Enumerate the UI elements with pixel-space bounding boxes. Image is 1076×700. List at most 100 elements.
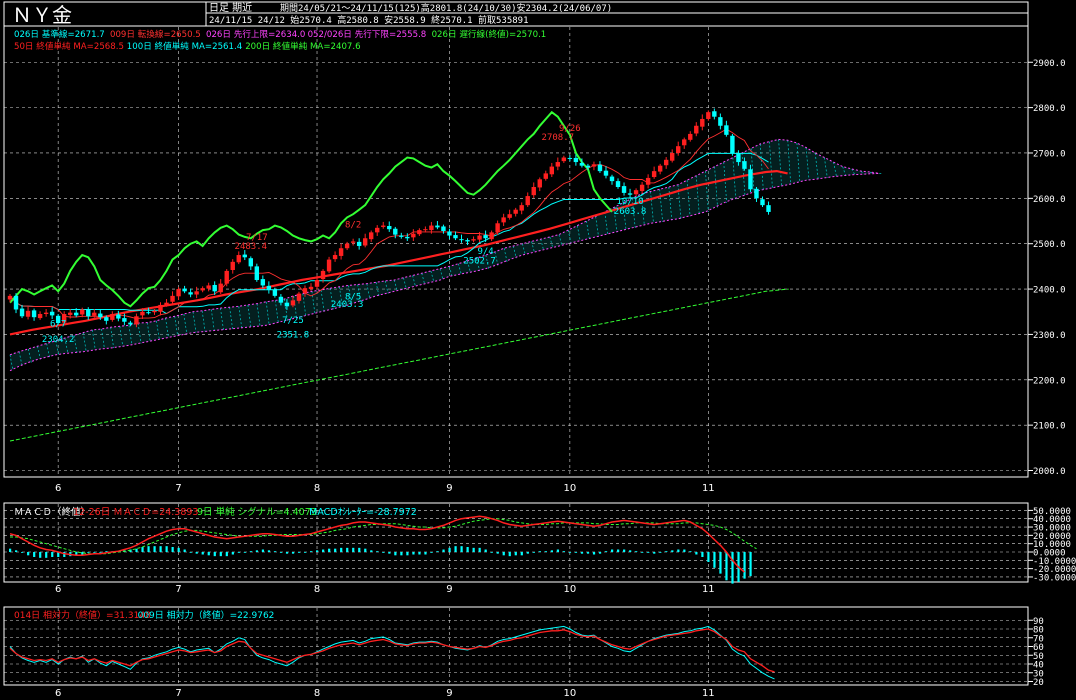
legend-item-rsi: 014日 相対力（終値）=31.3148	[14, 609, 151, 621]
macd-oscillator-bar	[611, 550, 613, 552]
chart-mode: 日足 期近	[209, 1, 252, 14]
candle-body	[74, 313, 78, 316]
macd-oscillator-bar	[220, 552, 222, 556]
macd-oscillator-bar	[719, 552, 721, 574]
macd-oscillator-bar	[202, 552, 204, 554]
main-x-label: 10	[563, 483, 576, 494]
macd-oscillator-bar	[388, 552, 390, 554]
candle-body	[405, 237, 409, 238]
macd-oscillator-bar	[515, 552, 517, 555]
macd-oscillator-bar	[491, 552, 493, 553]
candle-body	[676, 146, 680, 153]
macd-oscillator-bar	[304, 552, 306, 553]
candle-body	[393, 229, 397, 235]
macd-oscillator-bar	[196, 552, 198, 554]
macd-oscillator-bar	[33, 552, 35, 557]
macd-oscillator-bar	[298, 552, 300, 553]
macd-oscillator-bar	[485, 550, 487, 552]
candle-body	[68, 313, 72, 315]
candle-body	[110, 314, 114, 320]
candle-body	[507, 214, 511, 218]
macd-x-label: 8	[314, 584, 320, 595]
candle-body	[646, 178, 650, 185]
candle-body	[212, 285, 216, 291]
candle-body	[225, 271, 229, 284]
candle-body	[92, 313, 96, 316]
macd-oscillator-bar	[394, 552, 396, 555]
price-tick-label: 2700.0	[1033, 149, 1066, 159]
macd-oscillator-bar	[45, 552, 47, 558]
macd-oscillator-bar	[731, 552, 733, 584]
candle-body	[574, 158, 578, 162]
candle-body	[200, 288, 204, 290]
macd-oscillator-bar	[135, 549, 137, 552]
candle-body	[243, 255, 247, 258]
macd-oscillator-bar	[617, 550, 619, 552]
macd-oscillator-bar	[454, 546, 456, 552]
candle-body	[483, 235, 487, 238]
candle-body	[182, 289, 186, 292]
rsi-x-label: 10	[563, 688, 576, 699]
price-annotation: 6/7	[50, 319, 66, 329]
candle-body	[501, 217, 505, 222]
candle-body	[592, 164, 596, 166]
macd-oscillator-bar	[346, 548, 348, 552]
macd-oscillator-bar	[99, 552, 101, 553]
candle-body	[267, 286, 271, 290]
candle-body	[176, 289, 180, 296]
candle-body	[255, 266, 259, 280]
macd-oscillator-bar	[430, 552, 432, 553]
macd-oscillator-bar	[316, 550, 318, 552]
rsi14-line	[10, 629, 775, 672]
macd-oscillator-bar	[479, 548, 481, 552]
macd-oscillator-bar	[725, 552, 727, 580]
macd-oscillator-bar	[647, 552, 649, 553]
candle-body	[44, 313, 48, 314]
candle-body	[453, 235, 457, 238]
candle-body	[694, 126, 698, 134]
candle-body	[26, 311, 30, 317]
macd-oscillator-bar	[701, 552, 703, 557]
macd-oscillator-bar	[286, 552, 288, 554]
macd-oscillator-bar	[527, 552, 529, 554]
main-x-label: 9	[446, 483, 452, 494]
price-tick-label: 2100.0	[1033, 422, 1066, 432]
rsi-x-label: 9	[446, 688, 452, 699]
candle-body	[104, 317, 108, 321]
price-annotation: 2351.8	[277, 331, 310, 341]
price-annotation: 2403.3	[331, 300, 364, 310]
candle-body	[170, 296, 174, 302]
macd-oscillator-bar	[635, 551, 637, 552]
candle-body	[477, 236, 481, 240]
macd-panel: 50.000040.000030.000020.000010.00000.000…	[4, 504, 1076, 595]
candle-body	[375, 228, 379, 233]
last-bar-info: 24/11/15 24/12 始2570.4 高2580.8 安2558.9 終…	[209, 14, 529, 26]
macd-oscillator-bar	[599, 552, 601, 554]
macd-oscillator-bar	[340, 548, 342, 552]
macd-oscillator-bar	[358, 548, 360, 552]
macd-oscillator-bar	[93, 552, 95, 553]
candle-body	[538, 179, 542, 187]
candle-body	[724, 125, 728, 135]
candle-body	[32, 310, 36, 317]
candle-body	[610, 177, 614, 182]
candle-body	[682, 139, 686, 145]
candle-body	[219, 284, 223, 293]
main-x-label: 8	[314, 483, 320, 494]
candle-body	[604, 171, 608, 176]
price-annotation: 10/10	[617, 197, 644, 207]
macd-oscillator-bar	[689, 551, 691, 552]
legend: 026日 基準線=2671.7009日 転換線=2650.5026日 先行上限=…	[14, 28, 546, 52]
macd-oscillator-bar	[334, 549, 336, 552]
candle-body	[14, 296, 18, 310]
macd-oscillator-bar	[292, 552, 294, 554]
rsi9-line	[10, 626, 775, 679]
macd-oscillator-bar	[9, 549, 11, 552]
candle-body	[333, 255, 337, 259]
macd-oscillator-bar	[382, 552, 384, 553]
candle-body	[381, 226, 385, 227]
candle-body	[670, 153, 674, 161]
macd-oscillator-bar	[262, 550, 264, 552]
candle-body	[86, 310, 90, 316]
candle-body	[706, 112, 710, 119]
